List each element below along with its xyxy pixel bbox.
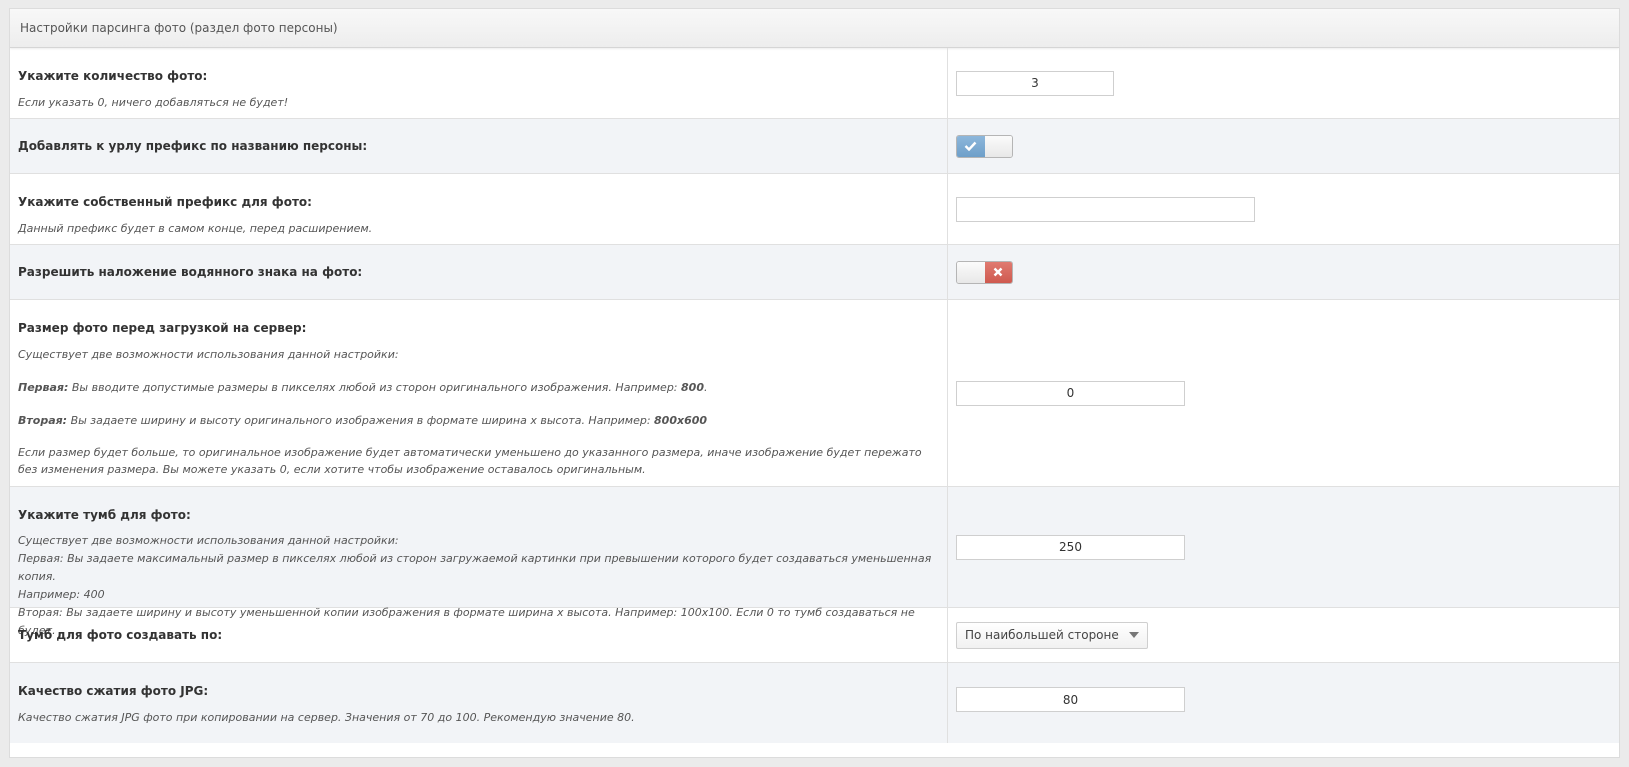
url-prefix-toggle[interactable]	[956, 134, 1013, 158]
thumb-note-line1: Существует две возможности использования…	[18, 534, 399, 547]
custom-prefix-label: Укажите собственный префикс для фото:	[18, 195, 312, 209]
photo-size-label: Размер фото перед загрузкой на сервер:	[18, 321, 307, 335]
custom-prefix-note: Данный префикс будет в самом конце, пере…	[18, 222, 373, 235]
thumb-label: Укажите тумб для фото:	[18, 508, 191, 522]
row-custom-prefix: Укажите собственный префикс для фото: Да…	[10, 174, 1619, 245]
thumb-by-select[interactable]: По наибольшей стороне	[956, 621, 1148, 649]
photo-size-first: Первая: Вы вводите допустимые размеры в …	[18, 381, 708, 394]
jpg-quality-note: Качество сжатия JPG фото при копировании…	[18, 711, 635, 724]
jpg-quality-input[interactable]	[956, 687, 1185, 712]
row-jpg-quality: Качество сжатия фото JPG: Качество сжати…	[10, 663, 1619, 743]
photo-size-input[interactable]	[956, 380, 1185, 406]
thumb-note-line3: Например: 400	[18, 588, 105, 601]
photo-count-input[interactable]	[956, 70, 1114, 96]
row-photo-size: Размер фото перед загрузкой на сервер: С…	[10, 300, 1619, 487]
thumb-by-selected: По наибольшей стороне	[965, 628, 1119, 642]
row-photo-count: Укажите количество фото: Если указать 0,…	[10, 48, 1619, 119]
chevron-down-icon	[1128, 632, 1139, 638]
panel-title: Настройки парсинга фото (раздел фото пер…	[10, 9, 1619, 48]
row-thumb: Укажите тумб для фото: Существует две во…	[10, 487, 1619, 637]
custom-prefix-input[interactable]	[956, 196, 1255, 222]
photo-size-outro: Если размер будет больше, то оригинально…	[18, 446, 922, 476]
url-prefix-label: Добавлять к урлу префикс по названию пер…	[18, 139, 368, 153]
jpg-quality-label: Качество сжатия фото JPG:	[18, 684, 209, 698]
close-icon	[984, 261, 1012, 283]
thumb-by-label: Тумб для фото создавать по:	[18, 628, 223, 642]
thumb-input[interactable]	[956, 534, 1185, 560]
photo-count-label: Укажите количество фото:	[18, 69, 208, 83]
watermark-toggle[interactable]	[956, 260, 1013, 284]
row-url-prefix: Добавлять к урлу префикс по названию пер…	[10, 119, 1619, 174]
photo-size-second: Вторая: Вы задаете ширину и высоту ориги…	[18, 414, 708, 427]
check-icon	[957, 135, 985, 157]
row-watermark: Разрешить наложение водянного знака на ф…	[10, 245, 1619, 300]
settings-panel: Настройки парсинга фото (раздел фото пер…	[9, 8, 1620, 758]
thumb-note-line2: Первая: Вы задаете максимальный размер в…	[18, 552, 932, 583]
watermark-label: Разрешить наложение водянного знака на ф…	[18, 265, 363, 279]
photo-size-intro: Существует две возможности использования…	[18, 348, 399, 361]
row-thumb-by: Тумб для фото создавать по: По наибольше…	[10, 608, 1619, 663]
photo-count-note: Если указать 0, ничего добавляться не бу…	[18, 96, 289, 109]
